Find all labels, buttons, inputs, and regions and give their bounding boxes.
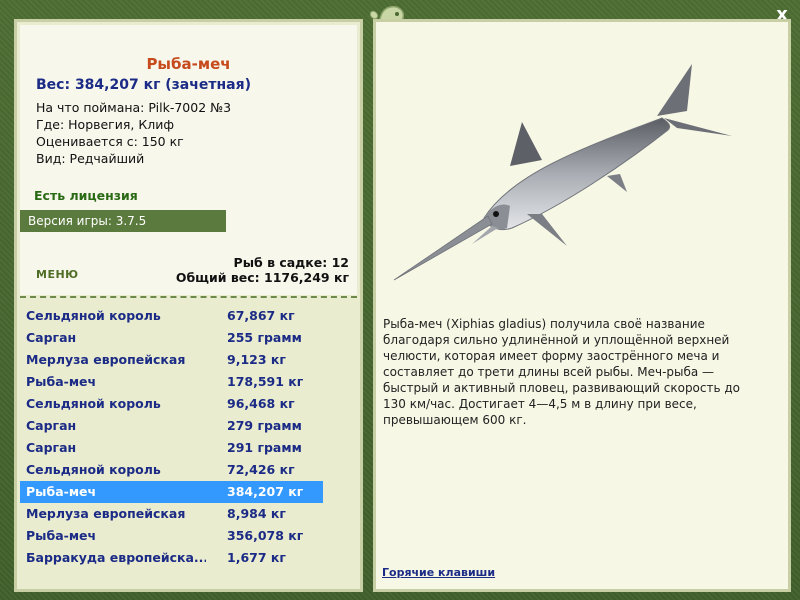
fish-weight: Вес: 384,207 кг (зачетная) xyxy=(36,77,251,93)
menu-button[interactable]: МЕНЮ xyxy=(36,268,79,281)
hotkeys-link[interactable]: Горячие клавиши xyxy=(382,566,495,579)
fish-valued-from: Оценивается с: 150 кг xyxy=(36,134,184,149)
catch-list: Сельдяной король 67,867 кг Сарган 255 грамм… xyxy=(20,305,357,569)
catch-weight: 178,591 кг xyxy=(227,374,304,389)
fish-title: Рыба-меч xyxy=(146,55,231,73)
catch-name: Рыба-меч xyxy=(26,484,97,499)
catch-weight: 9,123 кг xyxy=(227,352,286,367)
catch-row[interactable]: Сарган 279 грамм xyxy=(20,415,357,437)
game-version: Версия игры: 3.7.5 xyxy=(20,210,226,232)
catch-row[interactable]: Барракуда европейска... 1,677 кг xyxy=(20,547,357,569)
catch-name: Сарган xyxy=(26,440,77,455)
swordfish-image xyxy=(393,64,732,281)
catch-row[interactable]: Мерлуза европейская 8,984 кг xyxy=(20,503,357,525)
catch-name: Рыба-меч xyxy=(26,374,97,389)
fish-description: Рыба-меч (Xiphias gladius) получила своё… xyxy=(383,317,741,427)
license-status: Есть лицензия xyxy=(34,188,138,203)
catch-weight: 384,207 кг xyxy=(227,484,304,499)
catch-row[interactable]: Мерлуза европейская 9,123 кг xyxy=(20,349,357,371)
catch-name: Сельдяной король xyxy=(26,462,161,477)
catch-name: Сарган xyxy=(26,330,77,345)
catch-row[interactable]: Сарган 291 грамм xyxy=(20,437,357,459)
catch-name: Сарган xyxy=(26,418,77,433)
catch-weight: 356,078 кг xyxy=(227,528,304,543)
catch-weight: 279 грамм xyxy=(227,418,302,433)
catch-name: Мерлуза европейская xyxy=(26,352,186,367)
catch-weight: 8,984 кг xyxy=(227,506,286,521)
catch-weight: 291 грамм xyxy=(227,440,302,455)
catch-weight: 255 грамм xyxy=(227,330,302,345)
catch-row[interactable]: Сельдяной король 72,426 кг xyxy=(20,459,357,481)
catch-weight: 1,677 кг xyxy=(227,550,286,565)
catch-name: Барракуда европейска... xyxy=(26,550,206,565)
catch-row[interactable]: Рыба-меч 356,078 кг xyxy=(20,525,357,547)
divider xyxy=(20,296,357,298)
catch-name: Рыба-меч xyxy=(26,528,97,543)
catch-name: Сельдяной король xyxy=(26,396,161,411)
keep-net-count: Рыб в садке: 12 xyxy=(233,255,349,270)
fish-location: Где: Норвегия, Клиф xyxy=(36,117,175,132)
fish-rarity: Вид: Редчайший xyxy=(36,151,145,166)
catch-name: Сельдяной король xyxy=(26,308,161,323)
catch-weight: 67,867 кг xyxy=(227,308,295,323)
catch-row[interactable]: Сарган 255 грамм xyxy=(20,327,357,349)
catch-weight: 72,426 кг xyxy=(227,462,295,477)
keep-net-total-weight: Общий вес: 1176,249 кг xyxy=(175,270,349,285)
fish-bait: На что поймана: Pilk-7002 №3 xyxy=(36,100,232,115)
catch-row[interactable]: Рыба-меч 384,207 кг xyxy=(20,481,323,503)
catch-row[interactable]: Сельдяной король 67,867 кг xyxy=(20,305,357,327)
catch-row[interactable]: Сельдяной король 96,468 кг xyxy=(20,393,357,415)
fish-info-panel: Рыба-меч Вес: 384,207 кг (зачетная) На ч… xyxy=(14,19,363,592)
catch-row[interactable]: Рыба-меч 178,591 кг xyxy=(20,371,357,393)
catch-name: Мерлуза европейская xyxy=(26,506,186,521)
catch-weight: 96,468 кг xyxy=(227,396,295,411)
fish-details-card: Рыба-меч Вес: 384,207 кг (зачетная) На ч… xyxy=(20,25,357,295)
